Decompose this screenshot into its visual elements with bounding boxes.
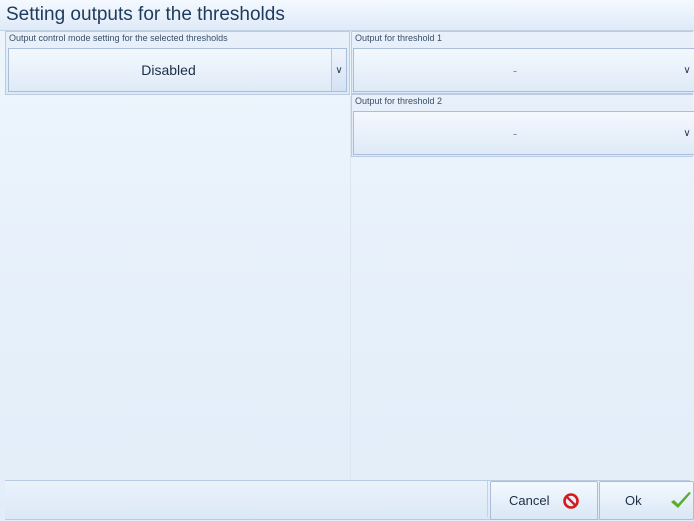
chevron-down-icon[interactable]: ∨ xyxy=(331,49,346,91)
ok-button[interactable]: Ok xyxy=(599,481,694,520)
title-bar: Setting outputs for the thresholds xyxy=(0,0,694,31)
threshold1-dropdown[interactable]: - ∨ xyxy=(353,48,694,92)
check-icon xyxy=(670,491,692,511)
no-entry-icon xyxy=(563,492,580,509)
dialog-title: Setting outputs for the thresholds xyxy=(6,4,285,25)
dialog-window: Setting outputs for the thresholds Outpu… xyxy=(0,0,694,521)
mode-label: Output control mode setting for the sele… xyxy=(9,33,228,43)
status-bar: Cancel Ok xyxy=(5,480,694,520)
threshold2-dropdown[interactable]: - ∨ xyxy=(353,111,694,155)
empty-panel xyxy=(5,96,351,480)
cancel-button-label: Cancel xyxy=(509,493,550,508)
mode-value: Disabled xyxy=(141,62,196,78)
chevron-down-icon[interactable]: ∨ xyxy=(680,112,694,154)
threshold1-value: - xyxy=(512,62,518,78)
threshold1-label: Output for threshold 1 xyxy=(355,33,443,43)
ok-button-label: Ok xyxy=(625,493,642,508)
chevron-down-icon[interactable]: ∨ xyxy=(680,49,694,91)
threshold2-label: Output for threshold 2 xyxy=(355,96,443,106)
status-field xyxy=(5,481,488,517)
threshold2-group: Output for threshold 2 - ∨ xyxy=(351,94,694,157)
mode-group: Output control mode setting for the sele… xyxy=(5,31,350,95)
mode-dropdown[interactable]: Disabled ∨ xyxy=(8,48,347,92)
threshold1-group: Output for threshold 1 - ∨ xyxy=(351,31,694,94)
cancel-button[interactable]: Cancel xyxy=(490,481,598,520)
threshold2-value: - xyxy=(512,125,518,141)
